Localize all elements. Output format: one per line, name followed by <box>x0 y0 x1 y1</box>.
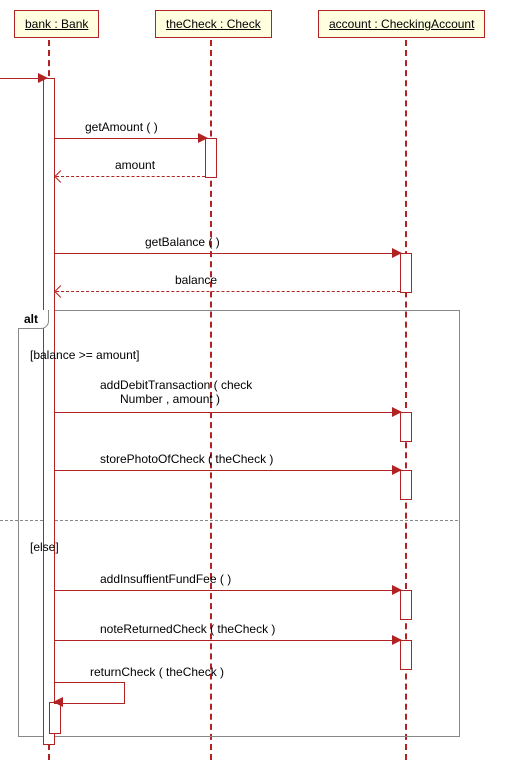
arrow-notereturned <box>54 640 398 641</box>
label-getbalance: getBalance ( ) <box>145 235 220 249</box>
found-message-head <box>38 73 48 83</box>
participant-account: account : CheckingAccount <box>318 10 485 38</box>
arrowhead-getbalance <box>392 248 402 258</box>
label-returncheck: returnCheck ( theCheck ) <box>90 665 224 679</box>
activation-account-getbalance <box>400 253 412 293</box>
alt-frame <box>18 310 460 737</box>
participant-bank-label: bank : Bank <box>25 17 88 31</box>
guard-if: [balance >= amount] <box>30 348 139 362</box>
alt-operator: alt <box>18 310 49 329</box>
participant-check: theCheck : Check <box>155 10 272 38</box>
label-getamount: getAmount ( ) <box>85 120 158 134</box>
label-addfee: addInsuffientFundFee ( ) <box>100 572 231 586</box>
arrow-getbalance <box>54 253 398 254</box>
self-loop-returncheck <box>54 682 125 704</box>
arrowhead-balance <box>54 285 67 298</box>
arrowhead-notereturned <box>392 635 402 645</box>
label-amount: amount <box>115 158 155 172</box>
participant-check-label: theCheck : Check <box>166 17 261 31</box>
arrow-balance <box>56 291 400 292</box>
found-message-line <box>0 78 42 79</box>
arrow-addfee <box>54 590 398 591</box>
arrowhead-adddebit <box>392 407 402 417</box>
label-storephoto: storePhotoOfCheck ( theCheck ) <box>100 452 273 466</box>
arrow-getamount <box>54 138 204 139</box>
label-adddebit2: Number , amount ) <box>120 392 220 406</box>
arrowhead-amount <box>54 170 67 183</box>
participant-account-label: account : CheckingAccount <box>329 17 474 31</box>
arrow-amount <box>56 176 205 177</box>
guard-else: [else] <box>30 540 59 554</box>
label-balance: balance <box>175 273 217 287</box>
participant-bank: bank : Bank <box>14 10 99 38</box>
alt-separator <box>0 520 458 521</box>
label-notereturned: noteReturnedCheck ( theCheck ) <box>100 622 275 636</box>
label-adddebit1: addDebitTransaction ( check <box>100 378 252 392</box>
arrowhead-addfee <box>392 585 402 595</box>
arrowhead-returncheck <box>53 697 63 707</box>
arrowhead-getamount <box>198 133 208 143</box>
arrow-storephoto <box>54 470 398 471</box>
activation-check-getamount <box>205 138 217 178</box>
arrow-adddebit <box>54 412 398 413</box>
arrowhead-storephoto <box>392 465 402 475</box>
